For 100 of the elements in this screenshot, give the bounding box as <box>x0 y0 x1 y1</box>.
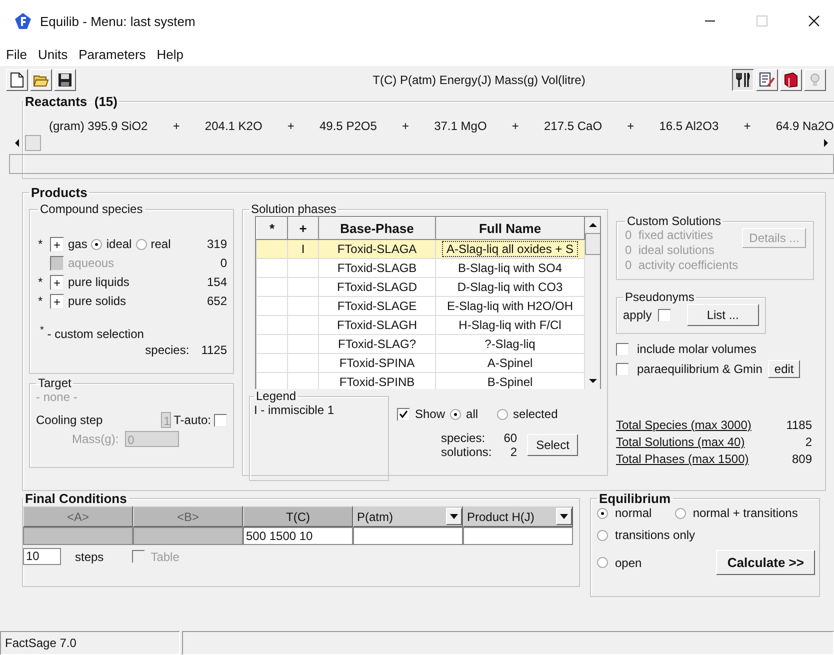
table-cell: FToxid-SLAGD <box>336 280 418 294</box>
total-link[interactable]: Total Solutions (max 40) <box>616 435 745 449</box>
group-title: Compound species <box>39 202 144 216</box>
column-header[interactable]: * <box>256 218 288 240</box>
legend-text: I - immiscible 1 <box>254 403 336 417</box>
status-text: FactSage 7.0 <box>0 631 180 655</box>
group-title: Pseudonyms <box>624 290 696 304</box>
column-header[interactable]: Base-Phase <box>318 218 436 240</box>
species-count: 1125 <box>201 343 227 357</box>
units-label: T(C) P(atm) Energy(J) Mass(g) Vol(litre) <box>372 73 586 87</box>
custom-count-line: 0 ideal solutions <box>625 243 716 258</box>
table-row[interactable]: FToxid-SLAGB B-Slag-liq with SO4 <box>256 258 584 278</box>
column-header[interactable]: T(C) <box>243 506 353 527</box>
reactant-term: + <box>402 119 409 135</box>
table-row[interactable]: I FToxid-SLAGA A-Slag-liq all oxides + S <box>256 240 584 258</box>
table-cell: FToxid-SLAG? <box>338 337 416 351</box>
table-cell: H-Slag-liq with F/Cl <box>458 318 562 332</box>
calculate-button[interactable]: Calculate >> <box>716 550 815 575</box>
group-title: Legend <box>255 389 298 403</box>
total-value: 2 <box>805 435 812 449</box>
mass-label: Mass(g): <box>72 432 119 446</box>
table-row[interactable]: FToxid-SPINB B-Spinel <box>256 372 584 389</box>
radio-label: real <box>150 237 171 251</box>
column-header[interactable]: Product H(J) <box>463 506 573 527</box>
steps-label: steps <box>75 550 104 564</box>
select-button[interactable]: Select <box>527 434 578 456</box>
reactant-term: + <box>512 119 519 135</box>
reactant-term: 49.5 P2O5 <box>320 119 377 135</box>
table-cell: A-Spinel <box>487 356 533 370</box>
total-value: 1185 <box>786 418 812 432</box>
header-label: <B> <box>176 510 200 524</box>
selection-box[interactable]: + <box>50 294 64 308</box>
cooling-step-field: 1 <box>160 412 171 428</box>
custom-selection-note: $^{*}$ - custom selection <box>39 325 145 341</box>
immiscible-mark: I <box>301 242 305 256</box>
radio-label: ideal <box>106 237 132 251</box>
header-label: Product H(J) <box>467 510 534 524</box>
reactant-term: + <box>744 119 751 135</box>
species-label: species: <box>145 343 190 357</box>
menu-item[interactable]: File <box>6 46 27 62</box>
table-row[interactable]: FToxid-SLAG? ?-Slag-liq <box>256 334 584 354</box>
table-cell: ?-Slag-liq <box>484 337 536 351</box>
custom-mark: * <box>38 237 43 251</box>
edit-button[interactable]: edit <box>768 360 800 378</box>
table-cell: B-Spinel <box>487 375 533 389</box>
species-label: aqueous <box>68 256 114 270</box>
steps-field[interactable]: 10 <box>23 548 61 565</box>
table-label: Table <box>150 550 180 564</box>
table-cell: B-Slag-liq with SO4 <box>458 261 562 275</box>
reactant-term: + <box>172 119 180 135</box>
radio-label: normal <box>615 506 652 520</box>
group-title: Target <box>37 376 72 390</box>
table-row[interactable]: FToxid-SLAGH H-Slag-liq with F/Cl <box>256 316 584 334</box>
column-header[interactable]: Full Name <box>436 218 584 240</box>
custom-mark: * <box>38 294 43 308</box>
reactant-term: 64.9 Na2O <box>776 119 834 135</box>
species-label: pure liquids <box>68 275 130 289</box>
menu-item[interactable]: Parameters <box>78 46 146 62</box>
group-title: Custom Solutions <box>626 214 722 228</box>
column-header[interactable]: P(atm) <box>353 506 463 527</box>
option-label: include molar volumes <box>637 342 756 356</box>
menu-item[interactable]: Help <box>156 46 184 62</box>
reactant-term: 37.1 MgO <box>434 119 487 135</box>
input-field[interactable]: 500 1500 10 <box>243 527 353 545</box>
radio-label: all <box>466 407 478 421</box>
radio-label: selected <box>513 407 558 421</box>
target-value: - none - <box>36 390 78 404</box>
reactant-term: 204.1 K2O <box>204 119 262 135</box>
selection-box[interactable]: + <box>50 236 64 252</box>
table-cell: FToxid-SLAGA <box>337 242 417 256</box>
reactant-term: + <box>287 119 294 135</box>
solutions-label: solutions: <box>441 445 492 459</box>
total-link[interactable]: Total Species (max 3000) <box>616 418 752 432</box>
group-title: Products <box>30 185 88 200</box>
radio-label: open <box>615 556 642 570</box>
species-count: 652 <box>206 294 227 308</box>
custom-count-line: 0 fixed activities <box>625 228 714 243</box>
reactant-term: 16.5 Al2O3 <box>659 119 719 135</box>
cooling-step-label: Cooling step <box>36 413 103 427</box>
reactant-term: + <box>627 119 634 135</box>
table-cell: FToxid-SLAGH <box>336 318 418 332</box>
mass-field: 0 <box>124 431 179 447</box>
group-title: Final Conditions <box>24 491 128 506</box>
selection-box[interactable]: + <box>50 274 64 290</box>
group-title: Equilibrium <box>598 491 672 506</box>
list-button[interactable]: List ... <box>686 304 759 326</box>
custom-mark: * <box>38 275 43 289</box>
total-link[interactable]: Total Phases (max 1500) <box>616 452 749 466</box>
table-row[interactable]: FToxid-SLAGD D-Slag-liq with CO3 <box>256 278 584 296</box>
total-value: 809 <box>792 452 812 466</box>
table-cell: FToxid-SPINA <box>339 356 415 370</box>
group-title: Solution phases <box>250 202 338 216</box>
header-label: T(C) <box>286 510 310 524</box>
table-row[interactable]: FToxid-SPINA A-Spinel <box>256 354 584 372</box>
species-count: 0 <box>220 256 227 270</box>
column-header[interactable]: + <box>288 218 318 240</box>
table-cell: E-Slag-liq with H2O/OH <box>446 299 574 313</box>
table-row[interactable]: FToxid-SLAGE E-Slag-liq with H2O/OH <box>256 296 584 316</box>
radio-label: transitions only <box>615 528 696 542</box>
menu-item[interactable]: Units <box>38 46 68 62</box>
